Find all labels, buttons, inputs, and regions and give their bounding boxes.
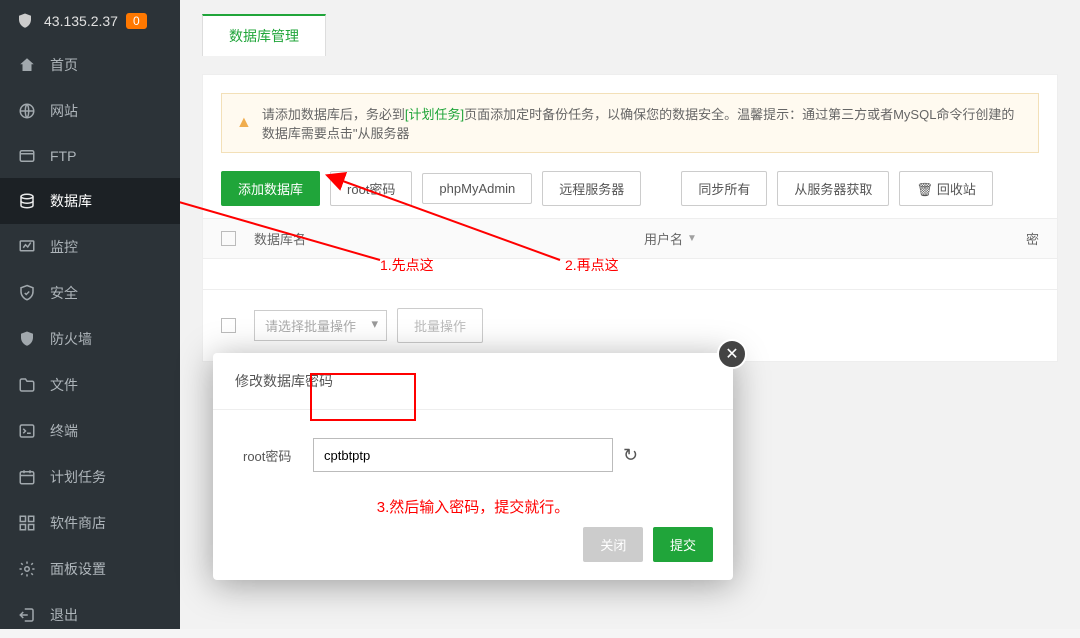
remote-server-button[interactable]: 远程服务器 — [542, 171, 641, 206]
sidebar-item-terminal[interactable]: 终端 — [0, 408, 180, 454]
sidebar-item-label: FTP — [50, 148, 76, 164]
refresh-icon[interactable]: ↻ — [623, 445, 638, 466]
annotation-step3: 3.然后输入密码，提交就行。 — [213, 490, 733, 527]
sidebar-item-label: 首页 — [50, 55, 78, 75]
batch-row: 请选择批量操作 批量操作 — [203, 289, 1057, 361]
sidebar-item-label: 数据库 — [50, 191, 92, 211]
sidebar-item-label: 安全 — [50, 283, 78, 303]
sidebar-header: 43.135.2.37 0 — [0, 0, 180, 42]
root-pwd-button[interactable]: root密码 — [330, 171, 412, 206]
trash-icon: 🗑 — [916, 182, 933, 197]
add-db-button[interactable]: 添加数据库 — [221, 171, 320, 206]
sidebar-item-label: 监控 — [50, 237, 78, 257]
tabs-row: 数据库管理 — [180, 0, 1080, 56]
folder-icon — [18, 376, 36, 394]
root-password-label: root密码 — [243, 446, 313, 465]
sidebar-item-security[interactable]: 安全 — [0, 270, 180, 316]
sidebar-item-logout[interactable]: 退出 — [0, 592, 180, 638]
gear-icon — [18, 560, 36, 578]
sidebar-item-firewall[interactable]: 防火墙 — [0, 316, 180, 362]
sidebar-item-label: 文件 — [50, 375, 78, 395]
apps-icon — [18, 514, 36, 532]
globe-icon — [18, 102, 36, 120]
recycle-button[interactable]: 🗑回收站 — [899, 171, 993, 206]
batch-checkbox[interactable] — [221, 318, 236, 333]
select-all-checkbox[interactable] — [221, 231, 236, 246]
warning-bar: ▲ 请添加数据库后，务必到[计划任务]页面添加定时备份任务，以确保您的数据安全。… — [221, 93, 1039, 153]
sidebar-item-label: 防火墙 — [50, 329, 92, 349]
modal-footer: 关闭 提交 — [213, 527, 733, 580]
logout-icon — [18, 606, 36, 624]
sidebar-item-label: 计划任务 — [50, 467, 106, 487]
warning-icon: ▲ — [236, 114, 252, 132]
firewall-icon — [18, 330, 36, 348]
sidebar-item-label: 退出 — [50, 605, 78, 625]
col-db-name[interactable]: 数据库名 — [254, 229, 644, 248]
sidebar-item-store[interactable]: 软件商店 — [0, 500, 180, 546]
monitor-icon — [18, 238, 36, 256]
sidebar-item-cron[interactable]: 计划任务 — [0, 454, 180, 500]
sidebar-item-home[interactable]: 首页 — [0, 42, 180, 88]
shield-icon — [16, 12, 34, 30]
col-username[interactable]: 用户名▼ — [644, 229, 844, 248]
modal-body: root密码 ↻ — [213, 410, 733, 490]
content-panel: ▲ 请添加数据库后，务必到[计划任务]页面添加定时备份任务，以确保您的数据安全。… — [202, 74, 1058, 362]
sidebar-item-label: 终端 — [50, 421, 78, 441]
sidebar-item-website[interactable]: 网站 — [0, 88, 180, 134]
root-password-input[interactable] — [313, 438, 613, 472]
sidebar: 43.135.2.37 0 首页 网站 FTP 数据库 监控 安全 防火墙 文件… — [0, 0, 180, 629]
notification-badge[interactable]: 0 — [126, 13, 147, 29]
batch-action-button[interactable]: 批量操作 — [397, 308, 483, 343]
modal-title: 修改数据库密码 — [213, 353, 733, 410]
sidebar-item-label: 软件商店 — [50, 513, 106, 533]
sidebar-item-monitor[interactable]: 监控 — [0, 224, 180, 270]
col-password[interactable]: 密 — [844, 229, 1039, 248]
sidebar-item-label: 面板设置 — [50, 559, 106, 579]
warning-text: 请添加数据库后，务必到[计划任务]页面添加定时备份任务，以确保您的数据安全。温馨… — [262, 104, 1024, 142]
calendar-icon — [18, 468, 36, 486]
database-icon — [18, 192, 36, 210]
sort-caret-icon: ▼ — [687, 233, 697, 244]
cron-link[interactable]: [计划任务] — [405, 107, 464, 122]
modal-submit-btn[interactable]: 提交 — [653, 527, 713, 562]
home-icon — [18, 56, 36, 74]
batch-select[interactable]: 请选择批量操作 — [254, 310, 387, 341]
sidebar-item-database[interactable]: 数据库 — [0, 178, 180, 224]
modal-close-button[interactable]: ✕ — [717, 339, 747, 369]
terminal-icon — [18, 422, 36, 440]
sync-all-button[interactable]: 同步所有 — [681, 171, 767, 206]
sidebar-item-ftp[interactable]: FTP — [0, 134, 180, 178]
modal-close-btn[interactable]: 关闭 — [583, 527, 643, 562]
table-header: 数据库名 用户名▼ 密 — [203, 218, 1057, 259]
toolbar: 添加数据库 root密码 phpMyAdmin 远程服务器 同步所有 从服务器获… — [203, 153, 1057, 218]
shield-check-icon — [18, 284, 36, 302]
get-from-server-button[interactable]: 从服务器获取 — [777, 171, 889, 206]
sidebar-item-label: 网站 — [50, 101, 78, 121]
sidebar-item-files[interactable]: 文件 — [0, 362, 180, 408]
phpmyadmin-button[interactable]: phpMyAdmin — [422, 173, 532, 204]
root-password-modal: ✕ 修改数据库密码 root密码 ↻ 3.然后输入密码，提交就行。 关闭 提交 — [213, 353, 733, 580]
server-ip: 43.135.2.37 — [44, 13, 118, 29]
sidebar-item-settings[interactable]: 面板设置 — [0, 546, 180, 592]
tab-db-manage[interactable]: 数据库管理 — [202, 14, 326, 56]
ftp-icon — [18, 147, 36, 165]
